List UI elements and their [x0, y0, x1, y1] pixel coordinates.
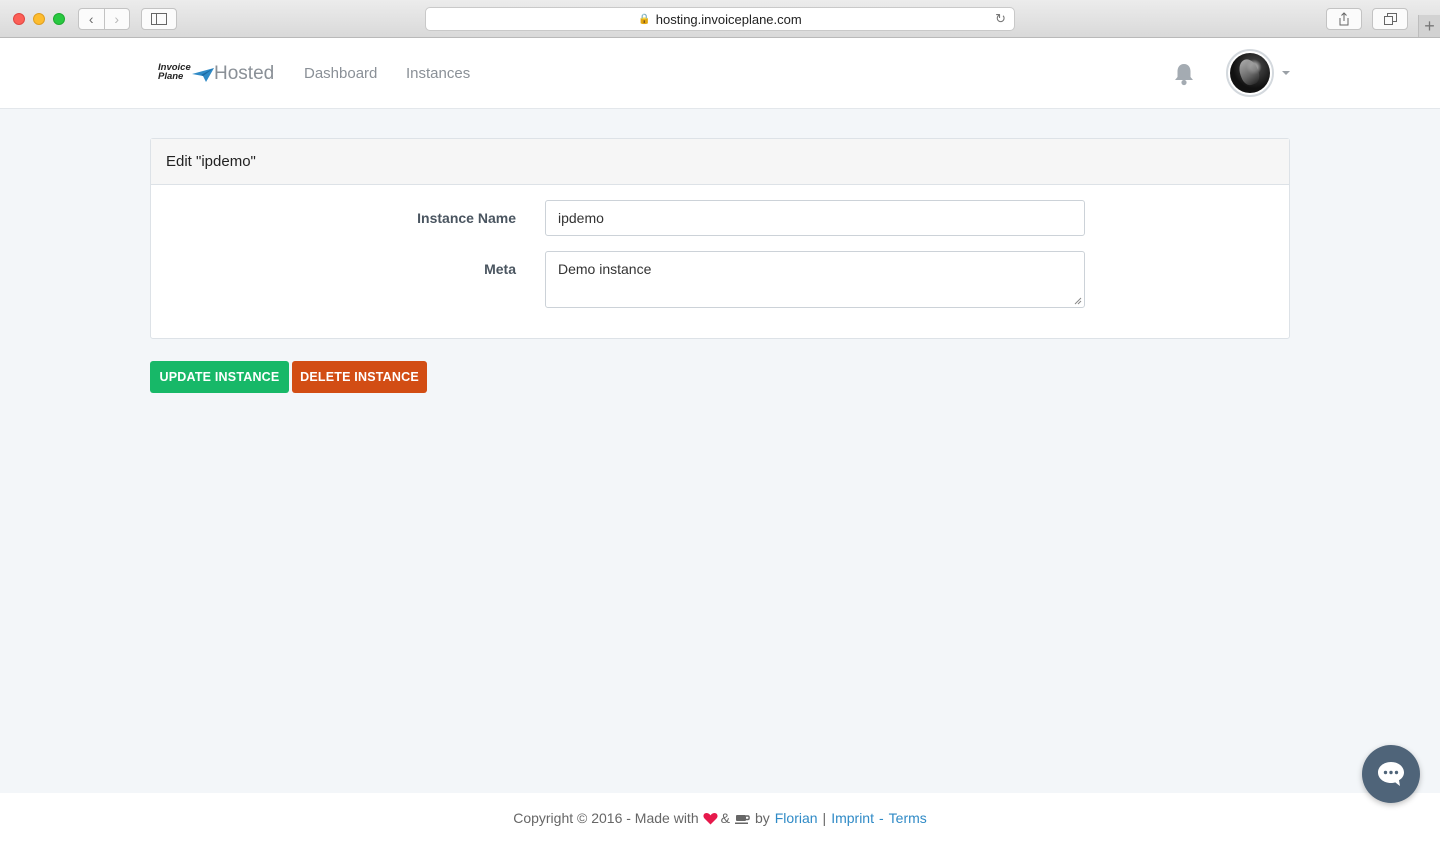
chat-bubble-icon — [1378, 762, 1404, 786]
avatar-photo — [1230, 53, 1270, 93]
update-instance-button[interactable]: UPDATE INSTANCE — [150, 361, 289, 393]
share-icon — [1339, 12, 1349, 26]
paper-plane-icon — [191, 68, 214, 82]
heart-icon — [703, 812, 718, 824]
card-title: Edit "ipdemo" — [151, 139, 1289, 185]
ampersand-text: & — [720, 810, 730, 826]
product-name: Hosted — [214, 63, 275, 84]
lock-icon: 🔒 — [638, 13, 651, 25]
copyright-text: Copyright © 2016 - Made with — [513, 810, 699, 826]
history-nav: ‹ › — [78, 8, 130, 30]
instance-name-label: Instance Name — [417, 210, 516, 226]
resize-handle-icon[interactable] — [1074, 297, 1082, 305]
zoom-window-button[interactable] — [53, 13, 65, 25]
browser-toolbar: ‹ › 🔒 hosting.invoiceplane.com ↻ + — [0, 0, 1440, 38]
address-url: hosting.invoiceplane.com — [655, 11, 802, 27]
minimize-window-button[interactable] — [33, 13, 45, 25]
meta-value: Demo instance — [558, 261, 652, 277]
coffee-icon — [734, 814, 750, 824]
logo-line-2: Plane — [158, 71, 184, 82]
reload-icon[interactable]: ↻ — [995, 11, 1006, 27]
notifications-bell-icon[interactable] — [1173, 62, 1195, 91]
close-window-button[interactable] — [13, 13, 25, 25]
footer-dash: - — [878, 810, 884, 826]
author-link[interactable]: Florian — [775, 810, 818, 826]
terms-link[interactable]: Terms — [889, 810, 927, 826]
nav-dashboard[interactable]: Dashboard — [304, 65, 377, 82]
footer-separator: | — [822, 810, 827, 826]
delete-instance-button[interactable]: DELETE INSTANCE — [292, 361, 427, 393]
instance-name-value: ipdemo — [558, 210, 604, 226]
meta-label: Meta — [484, 261, 516, 277]
sidebar-icon — [151, 13, 167, 25]
address-bar[interactable]: 🔒 hosting.invoiceplane.com ↻ — [425, 7, 1015, 31]
logo-text: Invoice Plane — [158, 63, 191, 82]
invoiceplane-logo[interactable]: Invoice Plane — [158, 62, 214, 82]
imprint-link[interactable]: Imprint — [831, 810, 874, 826]
back-icon[interactable]: ‹ — [79, 9, 104, 29]
instance-name-input[interactable]: ipdemo — [545, 200, 1085, 236]
nav-instances[interactable]: Instances — [406, 65, 470, 82]
meta-textarea[interactable]: Demo instance — [545, 251, 1085, 308]
chat-launcher-button[interactable] — [1362, 745, 1420, 803]
tab-overview-button[interactable] — [1372, 8, 1408, 30]
edit-instance-card: Edit "ipdemo" Instance Name ipdemo Meta … — [150, 138, 1290, 339]
new-tab-button[interactable]: + — [1418, 15, 1440, 37]
footer: Copyright © 2016 - Made with & by Floria… — [0, 793, 1440, 843]
app-header: Invoice Plane Hosted Dashboard Instances — [0, 38, 1440, 109]
share-button[interactable] — [1326, 8, 1362, 30]
forward-icon[interactable]: › — [103, 9, 130, 29]
user-avatar[interactable] — [1226, 49, 1274, 97]
sidebar-toggle-button[interactable] — [141, 8, 177, 30]
by-text: by — [754, 810, 770, 826]
chevron-down-icon[interactable] — [1282, 71, 1290, 75]
tabs-icon — [1383, 13, 1397, 25]
